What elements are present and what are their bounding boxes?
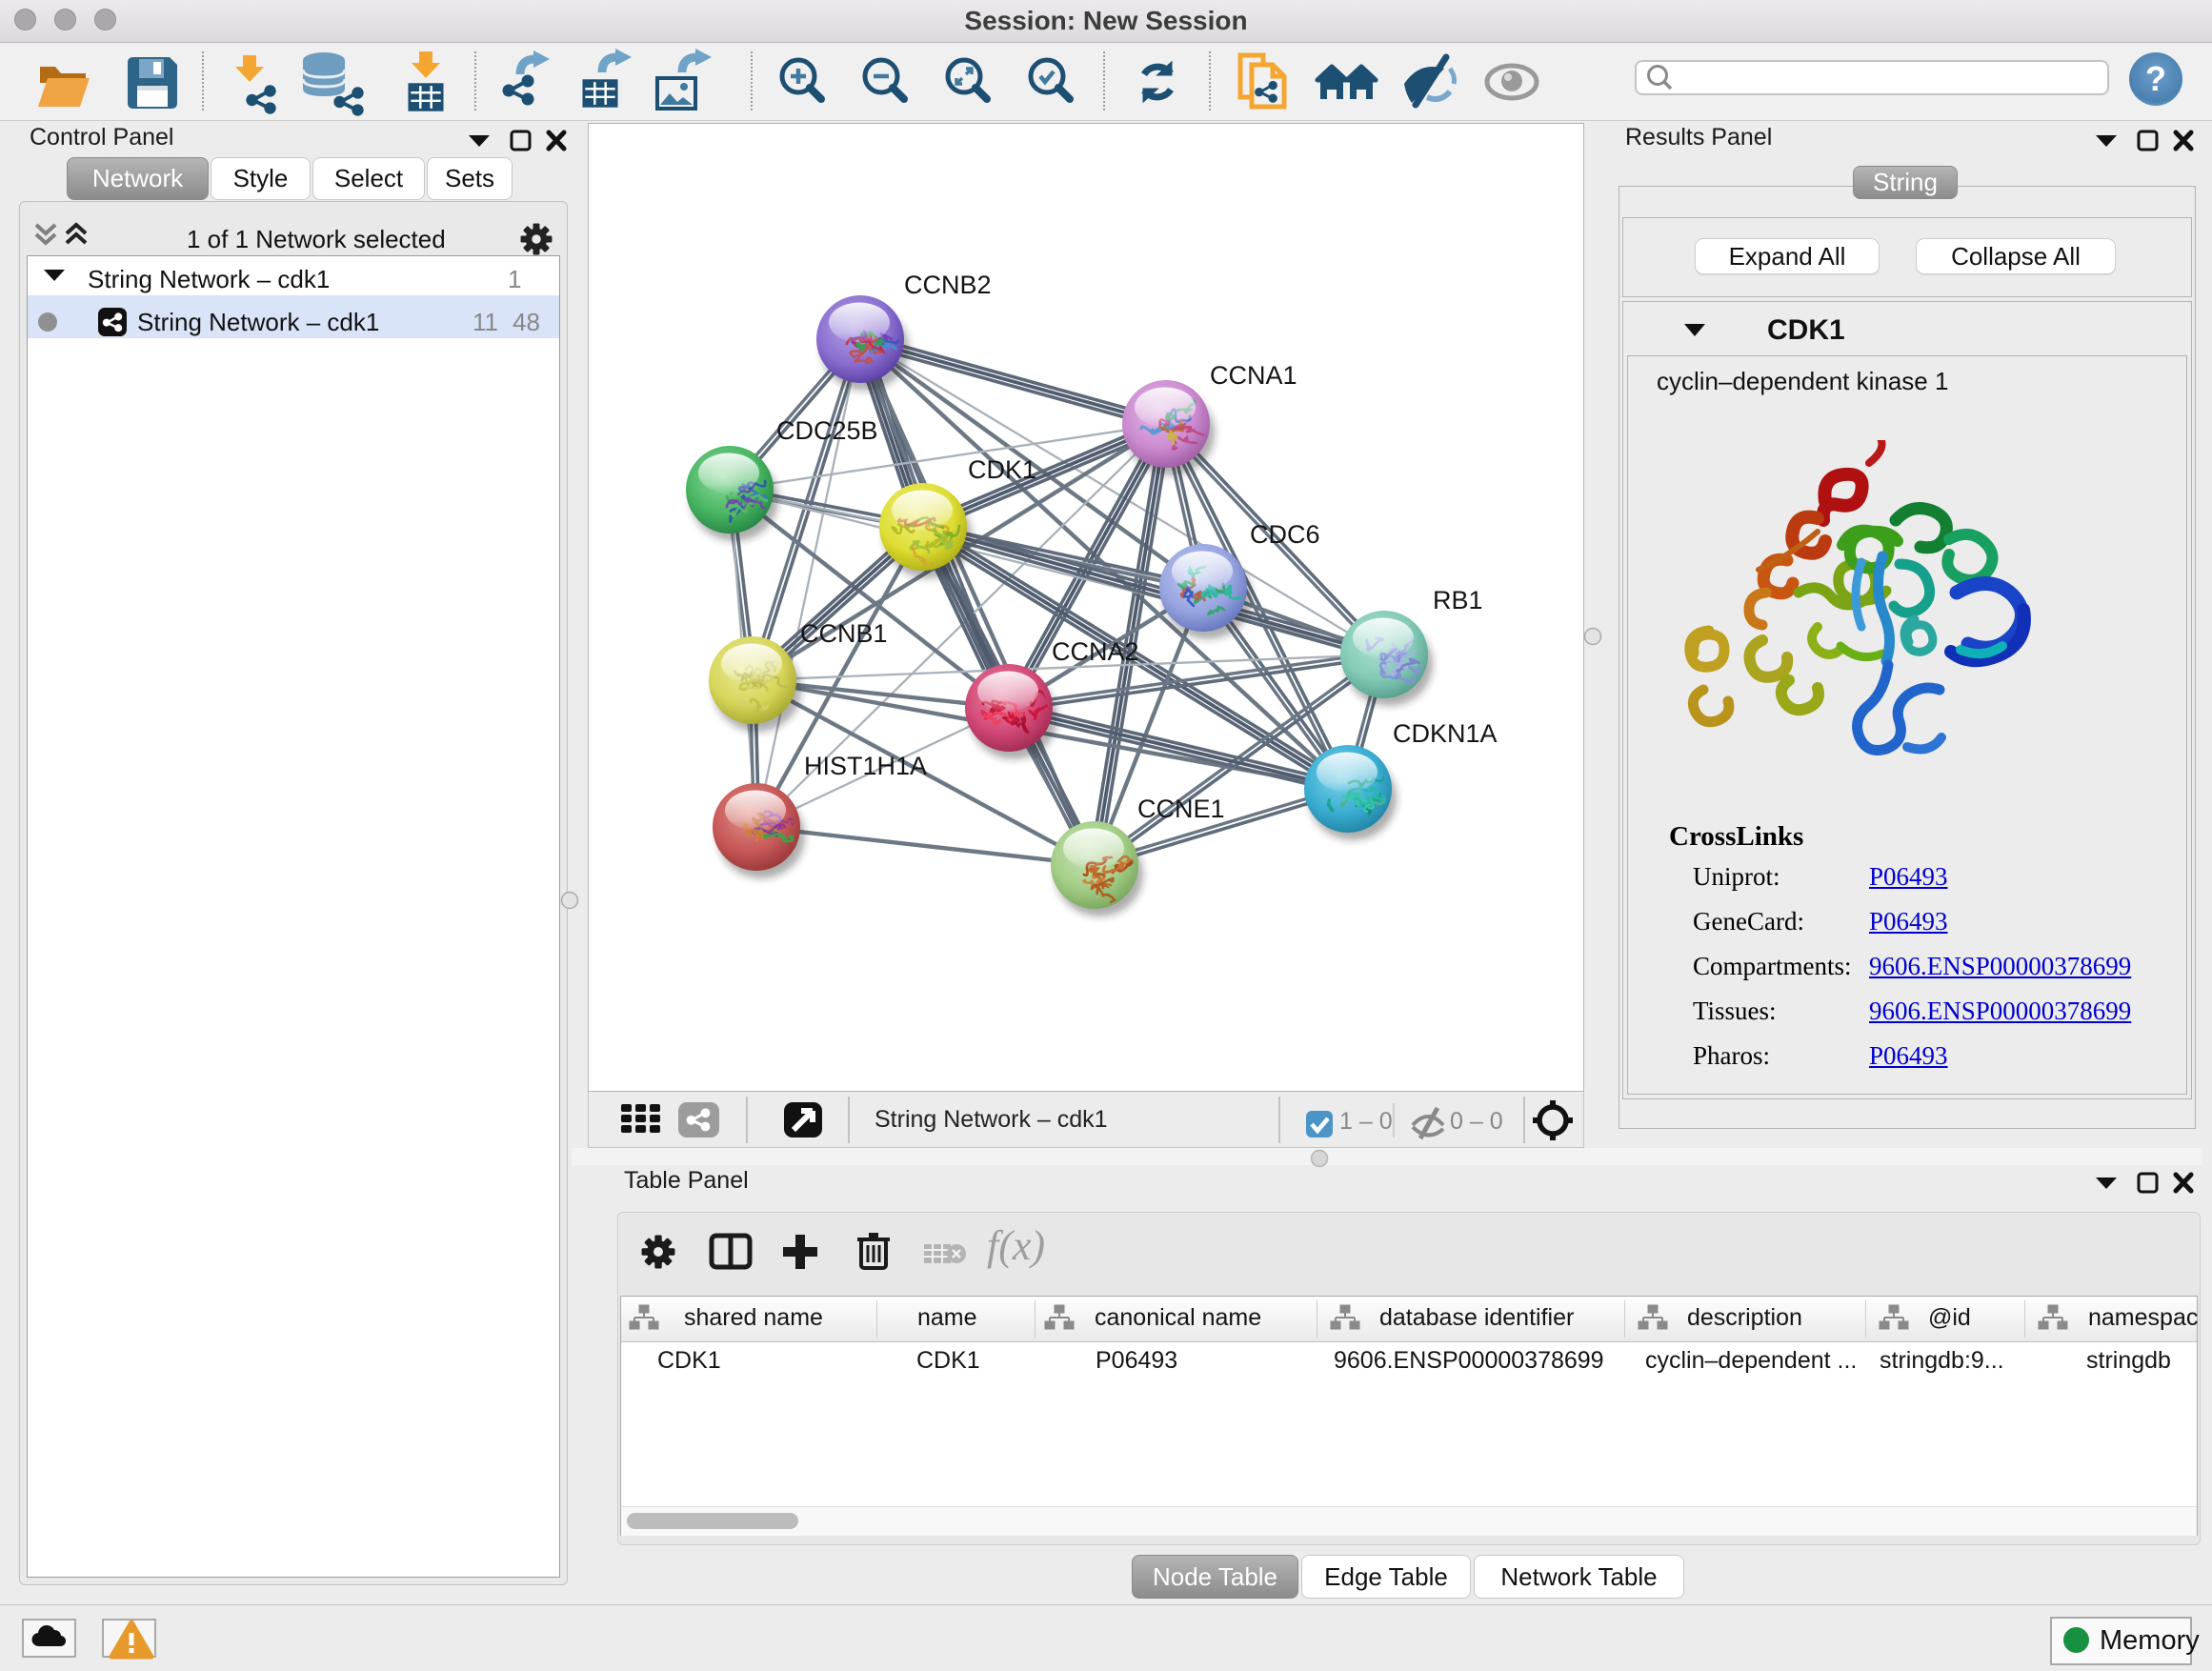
svg-text:CCNB2: CCNB2	[904, 271, 992, 299]
svg-text:CCNA1: CCNA1	[1210, 361, 1297, 390]
svg-text:CCNE1: CCNE1	[1137, 795, 1225, 823]
svg-text:?: ?	[2145, 59, 2166, 98]
svg-text:CCNA2: CCNA2	[1052, 637, 1139, 666]
svg-text:CDK1: CDK1	[968, 455, 1036, 484]
svg-text:CDC6: CDC6	[1250, 520, 1320, 549]
svg-text:CDKN1A: CDKN1A	[1393, 719, 1498, 748]
svg-text:RB1: RB1	[1433, 586, 1483, 614]
svg-text:HIST1H1A: HIST1H1A	[804, 752, 927, 780]
svg-text:CDC25B: CDC25B	[776, 416, 878, 445]
svg-text:CCNB1: CCNB1	[800, 619, 888, 648]
